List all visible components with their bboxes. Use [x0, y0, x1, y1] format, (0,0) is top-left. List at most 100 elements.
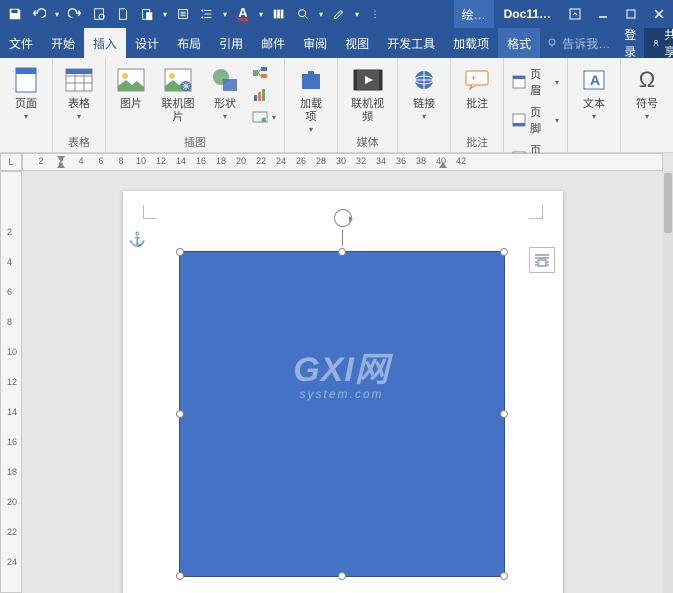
contextual-tab-drawing[interactable]: 绘… [454, 0, 494, 28]
margin-marker [143, 205, 157, 219]
resize-handle[interactable] [176, 572, 184, 580]
spacing-dropdown-icon[interactable]: ▾ [220, 3, 230, 25]
rotate-icon [334, 209, 352, 227]
smartart-button[interactable] [248, 63, 280, 83]
anchor-icon[interactable]: ⚓ [129, 231, 146, 248]
chart-button[interactable] [248, 85, 280, 105]
layout-options-icon [533, 252, 551, 268]
ruler-tick: 42 [456, 156, 466, 166]
print-preview-icon[interactable] [88, 3, 110, 25]
minimize-icon[interactable] [589, 0, 617, 28]
resize-handle[interactable] [176, 410, 184, 418]
columns-icon[interactable] [268, 3, 290, 25]
rectangle-shape[interactable]: GXI网 system.com [179, 251, 505, 577]
undo-icon[interactable] [28, 3, 50, 25]
online-pictures-button[interactable]: 联机图片 [154, 60, 202, 128]
tab-file[interactable]: 文件 [0, 28, 42, 58]
scrollbar-thumb[interactable] [664, 173, 672, 233]
share-icon [652, 37, 660, 49]
group-symbols: Ω 符号 ▾ [621, 58, 673, 152]
online-video-button[interactable]: 联机视频 [342, 60, 393, 128]
tab-view[interactable]: 视图 [336, 28, 378, 58]
chevron-down-icon: ▾ [309, 125, 313, 134]
close-icon[interactable] [645, 0, 673, 28]
paste-icon[interactable] [136, 3, 158, 25]
save-icon[interactable] [4, 3, 26, 25]
tab-review[interactable]: 审阅 [294, 28, 336, 58]
text-button[interactable]: A 文本 ▾ [572, 60, 616, 125]
textbox-icon: A [578, 64, 610, 96]
resize-handle[interactable] [338, 572, 346, 580]
tab-addins[interactable]: 加载项 [444, 28, 498, 58]
zoom-icon[interactable] [292, 3, 314, 25]
tab-layout[interactable]: 布局 [168, 28, 210, 58]
header-button[interactable]: 页眉▾ [508, 64, 563, 100]
maximize-icon[interactable] [617, 0, 645, 28]
resize-handle[interactable] [500, 410, 508, 418]
vertical-ruler[interactable]: 24681012141618202224 [0, 171, 22, 593]
horizontal-ruler[interactable]: 224681012141618202224262830323436384042 [22, 153, 663, 171]
tab-mailings[interactable]: 邮件 [252, 28, 294, 58]
shapes-button[interactable]: 形状 ▾ [204, 60, 246, 125]
group-header-footer: 页眉▾ 页脚▾ #页码▾ 页眉和页脚 [504, 58, 568, 152]
group-label [289, 148, 333, 152]
ruler-corner[interactable]: L [0, 153, 22, 171]
tell-me-search[interactable]: 告诉我… [540, 28, 616, 58]
resize-handle[interactable] [338, 248, 346, 256]
page[interactable]: ⚓ GXI网 system.com [123, 191, 563, 593]
vertical-scrollbar[interactable] [663, 171, 673, 593]
tab-insert[interactable]: 插入 [84, 28, 126, 58]
rotate-handle[interactable] [334, 209, 352, 246]
table-button[interactable]: 表格 ▾ [57, 60, 101, 125]
btn-label: 加载 项 [300, 98, 322, 124]
share-button[interactable]: 共享 [644, 28, 673, 58]
tab-format[interactable]: 格式 [498, 28, 540, 58]
footer-button[interactable]: 页脚▾ [508, 102, 563, 138]
ribbon-options-icon[interactable] [561, 0, 589, 28]
new-doc-icon[interactable] [112, 3, 134, 25]
redo-icon[interactable] [64, 3, 86, 25]
tab-references[interactable]: 引用 [210, 28, 252, 58]
font-color-icon[interactable]: A [232, 3, 254, 25]
layout-options-button[interactable] [529, 247, 555, 273]
btn-label: 联机视频 [348, 98, 387, 124]
ruler-tick: 30 [336, 156, 346, 166]
addins-button[interactable]: 加载 项 ▾ [289, 60, 333, 138]
ruler-tick: 18 [7, 467, 17, 477]
screenshot-button[interactable]: +▾ [248, 107, 280, 127]
tab-developer[interactable]: 开发工具 [378, 28, 444, 58]
tab-home[interactable]: 开始 [42, 28, 84, 58]
indent-marker[interactable] [57, 162, 65, 168]
undo-dropdown-icon[interactable]: ▾ [52, 3, 62, 25]
pictures-button[interactable]: 图片 [110, 60, 152, 115]
ruler-tick: 20 [236, 156, 246, 166]
page-icon [10, 64, 42, 96]
cover-page-button[interactable]: 页面 ▾ [4, 60, 48, 125]
quick-access-toolbar: ▾ ▾ ▾ A ▾ ▾ ▾ ⋮ [0, 3, 386, 25]
zoom-dropdown-icon[interactable]: ▾ [316, 3, 326, 25]
tab-design[interactable]: 设计 [126, 28, 168, 58]
spacing-icon[interactable] [196, 3, 218, 25]
edit-dropdown-icon[interactable]: ▾ [352, 3, 362, 25]
btn-label: 页脚 [530, 104, 549, 136]
ruler-tick: 18 [216, 156, 226, 166]
resize-handle[interactable] [500, 572, 508, 580]
ruler-tick: 4 [78, 156, 83, 166]
watermark-small: system.com [293, 387, 390, 401]
resize-handle[interactable] [176, 248, 184, 256]
paste-dropdown-icon[interactable]: ▾ [160, 3, 170, 25]
watermark: GXI网 system.com [293, 342, 390, 401]
resize-handle[interactable] [500, 248, 508, 256]
edit-icon[interactable] [328, 3, 350, 25]
group-label: 批注 [455, 132, 499, 152]
ruler-tick: 2 [38, 156, 43, 166]
symbol-button[interactable]: Ω 符号 ▾ [625, 60, 669, 125]
links-button[interactable]: 链接 ▾ [402, 60, 446, 125]
qat-customize-icon[interactable]: ⋮ [364, 3, 386, 25]
comment-button[interactable]: + 批注 [455, 60, 499, 115]
fontcolor-dropdown-icon[interactable]: ▾ [256, 3, 266, 25]
indent-marker[interactable] [439, 162, 447, 168]
login-button[interactable]: 登录 [616, 28, 644, 58]
reading-view-icon[interactable] [172, 3, 194, 25]
chevron-down-icon: ▾ [422, 112, 426, 121]
